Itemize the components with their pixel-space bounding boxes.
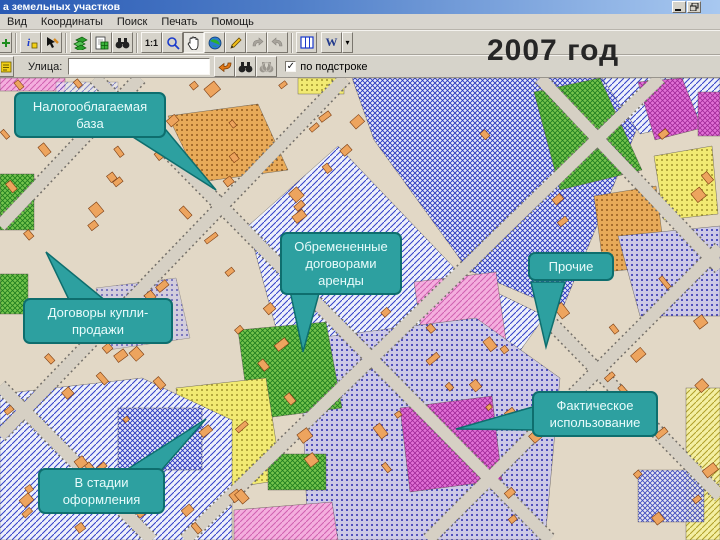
pencil-icon: [229, 36, 242, 49]
scale-1-1-button[interactable]: 1:1: [141, 32, 162, 53]
callout-actual-use: Фактическое использование: [532, 391, 658, 437]
columns-button[interactable]: [296, 32, 317, 53]
redo-icon: [271, 36, 282, 46]
zoom-button[interactable]: [162, 32, 183, 53]
street-label: Улица:: [28, 60, 63, 73]
search-button[interactable]: [235, 56, 257, 77]
callout-sale-contracts: Договоры купли-продажи: [23, 298, 173, 344]
globe-button[interactable]: [204, 32, 225, 53]
undo-icon: [252, 36, 263, 46]
binoculars-icon: [115, 37, 130, 48]
info-button[interactable]: i: [20, 32, 41, 53]
draw-button[interactable]: [225, 32, 246, 53]
menu-print[interactable]: Печать: [154, 16, 204, 28]
partial-green-icon: [1, 38, 10, 47]
info-icon: i: [27, 37, 37, 49]
redo-button[interactable]: [267, 32, 288, 53]
pan-button[interactable]: [183, 32, 204, 53]
menu-search[interactable]: Поиск: [110, 16, 154, 28]
chevron-down-icon: ▾: [345, 38, 350, 47]
w-dropdown-button[interactable]: ▾: [342, 32, 353, 53]
binoculars-disabled-icon: [259, 61, 274, 72]
toolbar-separator: [291, 32, 293, 53]
layers-icon: [73, 36, 88, 50]
report-icon: [95, 36, 108, 49]
find-button[interactable]: [112, 32, 133, 53]
substring-checkbox[interactable]: ✓: [285, 61, 297, 72]
callout-others: Прочие: [528, 252, 614, 281]
report-button[interactable]: [91, 32, 112, 53]
orange-arrow-icon: [218, 62, 232, 72]
globe-icon: [208, 36, 221, 49]
w-icon: W: [325, 35, 338, 49]
apply-street-button[interactable]: [214, 56, 236, 77]
toolbar-separator: [15, 32, 17, 53]
callout-in-registration: В стадии оформления: [38, 468, 165, 514]
select-pencil-icon: [46, 36, 59, 48]
menu-view[interactable]: Вид: [0, 16, 34, 28]
window-titlebar[interactable]: а земельных участков: [0, 0, 720, 14]
svg-text:i: i: [27, 37, 31, 49]
menu-coordinates[interactable]: Координаты: [34, 16, 110, 28]
partial-yellow-icon: [1, 61, 12, 72]
minimize-button[interactable]: [672, 1, 686, 13]
toolbar-separator: [136, 32, 138, 53]
w-tool-button[interactable]: W: [321, 32, 342, 53]
callout-lease-encumbered: Обремененные договорами аренды: [280, 232, 402, 295]
search-next-button[interactable]: [256, 56, 278, 77]
binoculars-icon: [238, 61, 253, 72]
layers-button[interactable]: [70, 32, 91, 53]
select-edit-button[interactable]: [41, 32, 62, 53]
cut-yellow-button[interactable]: [0, 56, 14, 77]
street-input[interactable]: [68, 58, 211, 75]
year-banner: 2007 год: [487, 34, 620, 67]
substring-checkbox-label: по подстроке: [300, 60, 368, 73]
substring-option[interactable]: ✓ по подстроке: [285, 60, 368, 73]
callout-tax-base: Налогооблагаемая база: [14, 92, 166, 138]
pan-hand-icon: [187, 36, 199, 50]
window-title: а земельных участков: [3, 1, 121, 13]
cut-toolbar-button[interactable]: [0, 32, 12, 53]
scale-label: 1:1: [144, 37, 158, 48]
menu-bar: Вид Координаты Поиск Печать Помощь: [0, 14, 720, 30]
columns-icon: [299, 36, 314, 49]
undo-button[interactable]: [246, 32, 267, 53]
restore-button[interactable]: [687, 1, 701, 13]
toolbar-separator: [65, 32, 67, 53]
magnifier-icon: [166, 36, 180, 50]
menu-help[interactable]: Помощь: [204, 16, 261, 28]
